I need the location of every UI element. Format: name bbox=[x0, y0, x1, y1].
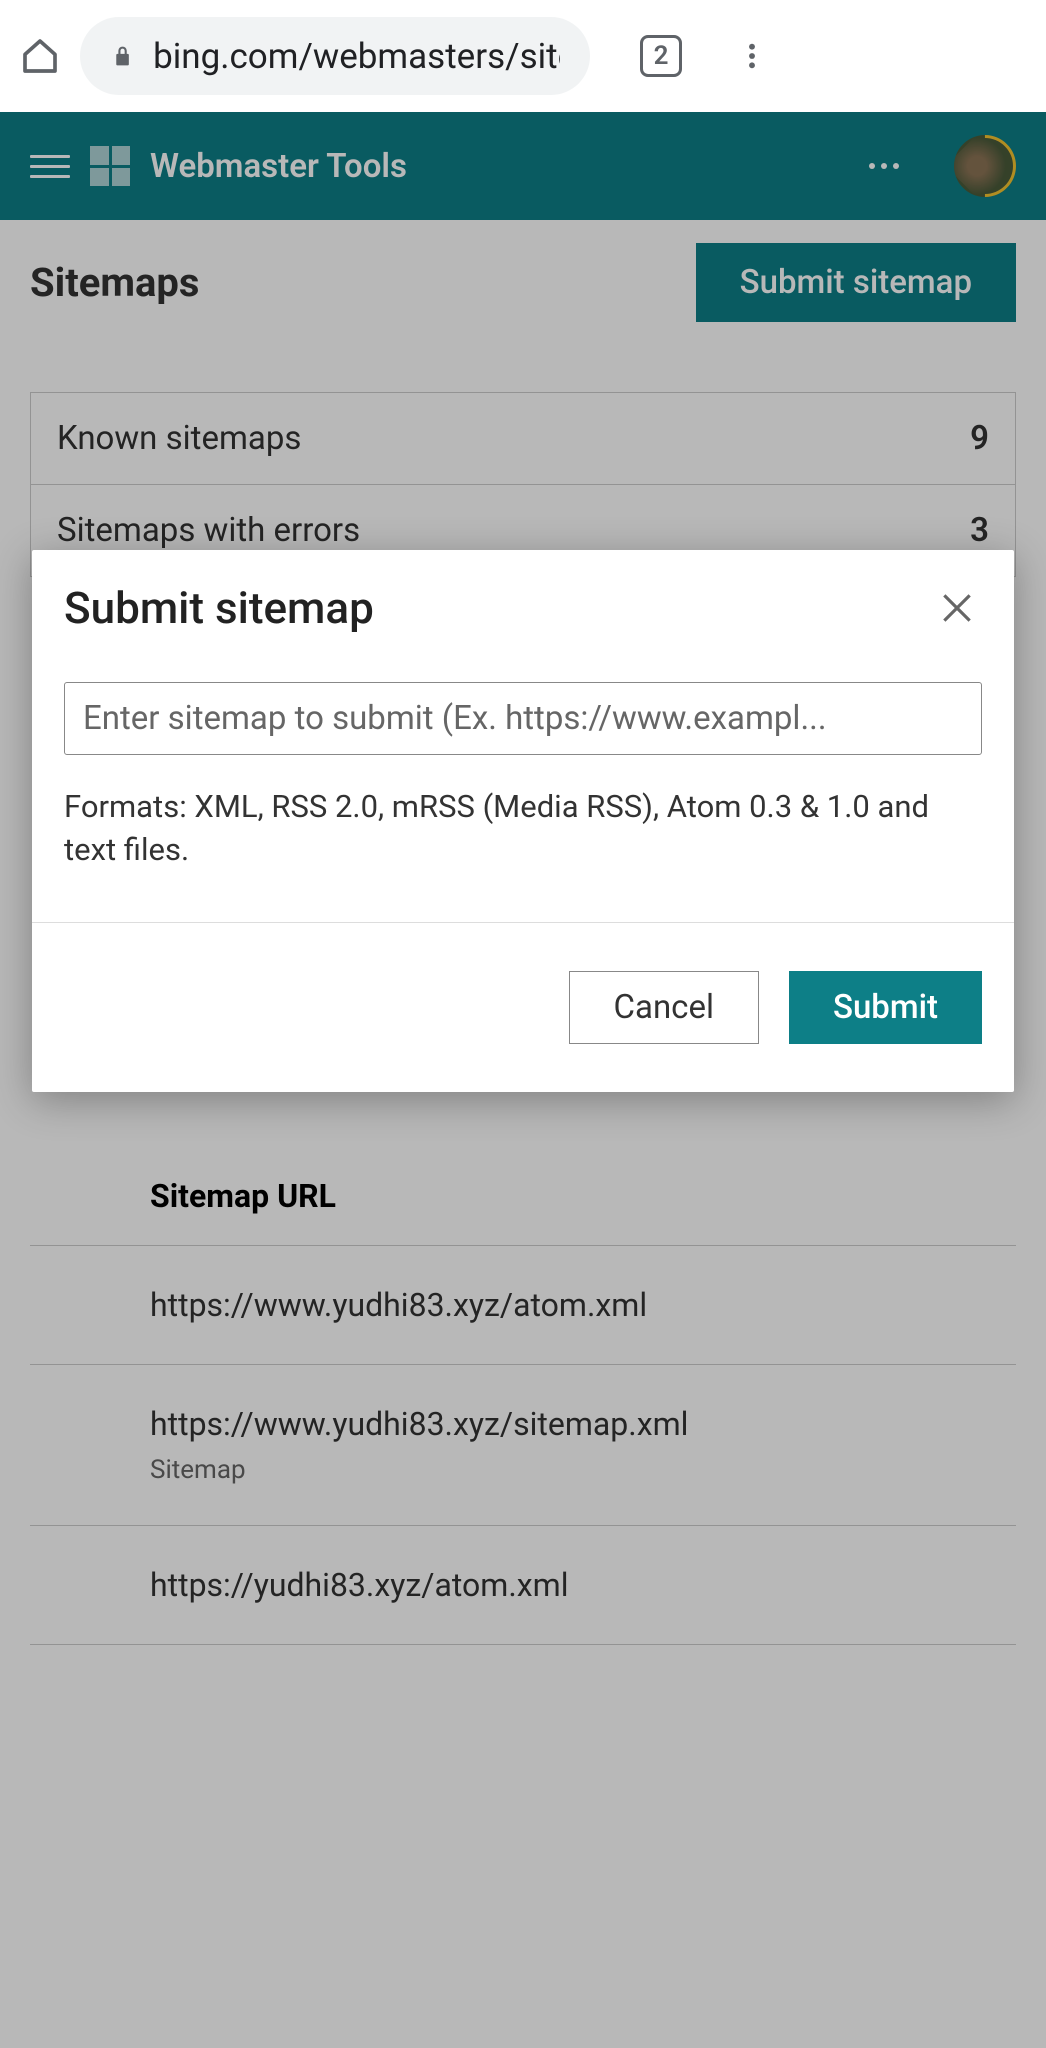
formats-help-text: Formats: XML, RSS 2.0, mRSS (Media RSS),… bbox=[64, 785, 982, 872]
close-icon[interactable] bbox=[938, 589, 976, 627]
url-text: bing.com/webmasters/sitem bbox=[153, 36, 560, 77]
browser-menu-icon[interactable] bbox=[732, 36, 772, 76]
modal-footer: Cancel Submit bbox=[32, 922, 1014, 1092]
modal-title: Submit sitemap bbox=[64, 582, 374, 634]
browser-toolbar: bing.com/webmasters/sitem 2 bbox=[0, 0, 1046, 112]
submit-sitemap-modal: Submit sitemap Formats: XML, RSS 2.0, mR… bbox=[32, 550, 1014, 1092]
cancel-button[interactable]: Cancel bbox=[569, 971, 759, 1044]
submit-button[interactable]: Submit bbox=[789, 971, 982, 1044]
url-bar[interactable]: bing.com/webmasters/sitem bbox=[80, 17, 590, 95]
modal-header: Submit sitemap bbox=[32, 550, 1014, 666]
lock-icon bbox=[110, 42, 135, 70]
modal-body: Formats: XML, RSS 2.0, mRSS (Media RSS),… bbox=[32, 666, 1014, 922]
home-icon[interactable] bbox=[20, 36, 60, 76]
sitemap-url-input[interactable] bbox=[64, 682, 982, 755]
tab-count: 2 bbox=[654, 41, 669, 71]
tab-switcher[interactable]: 2 bbox=[640, 35, 682, 77]
